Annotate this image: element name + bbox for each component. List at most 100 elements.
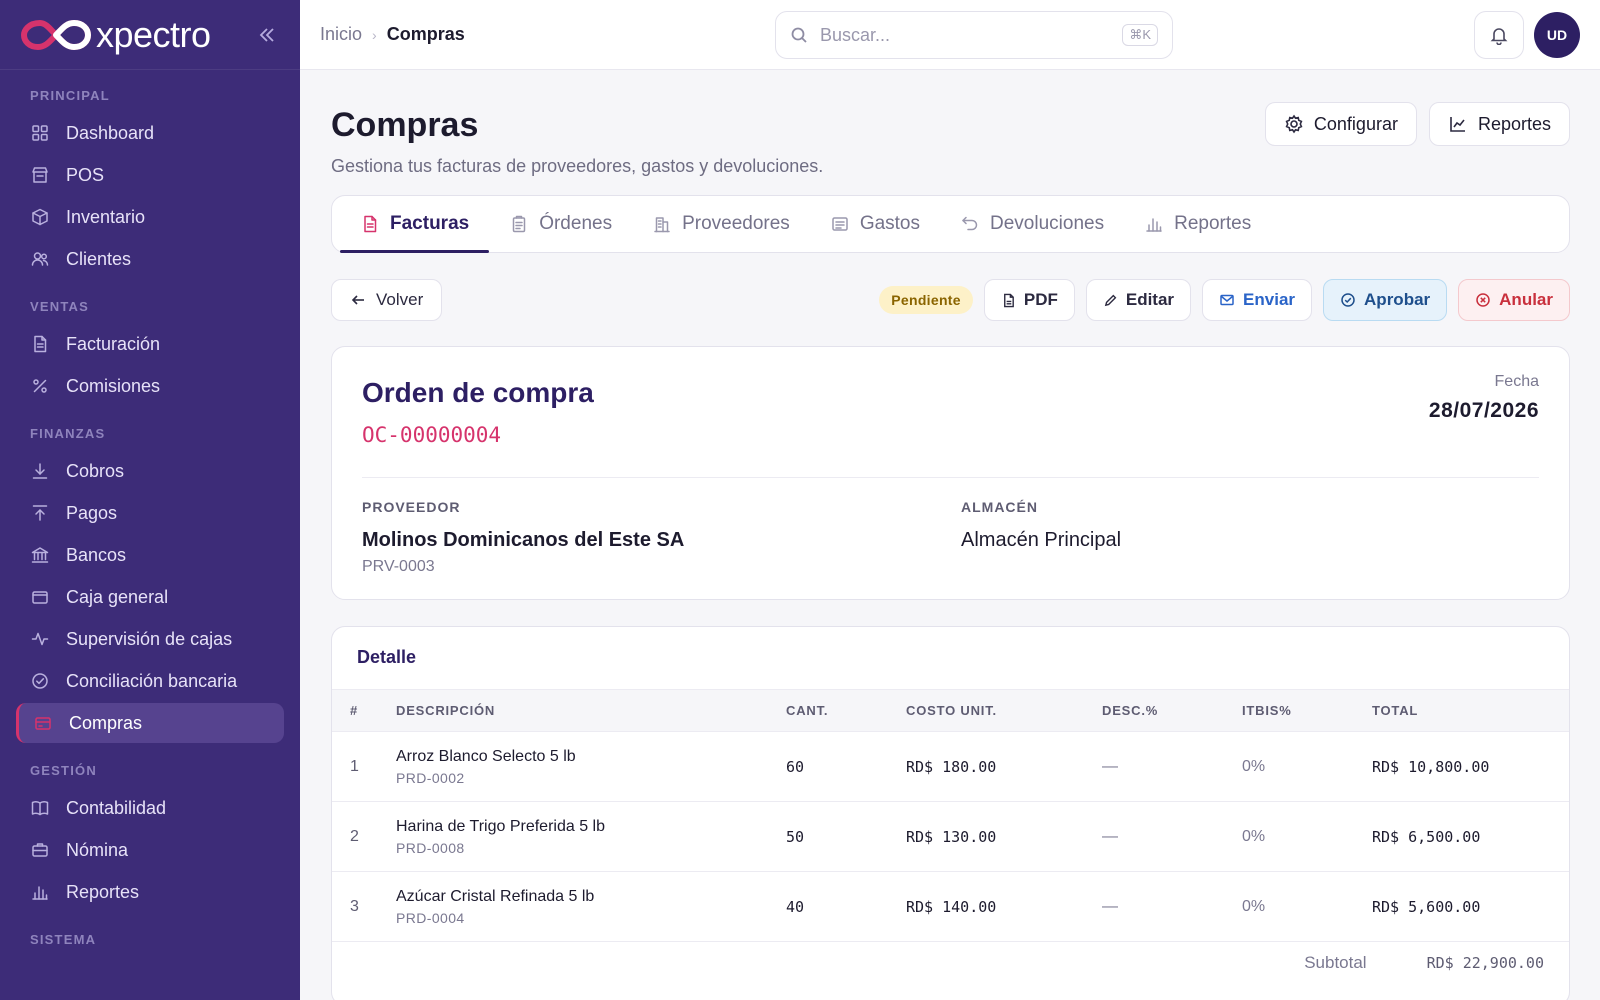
status-badge: Pendiente — [879, 286, 973, 314]
nav-section: GESTIÓN Contabilidad Nómina Reportes — [0, 745, 300, 912]
nav-section: PRINCIPAL Dashboard POS Inventario Clientes — [0, 70, 300, 279]
bar-chart-icon — [1144, 214, 1164, 234]
document-actions: Pendiente PDF Editar Enviar Aprobar Anul… — [879, 279, 1570, 321]
sidebar-item-label: Bancos — [66, 544, 127, 565]
row-unit-cost: RD$ 140.00 — [896, 871, 1092, 942]
cart-icon — [35, 717, 51, 730]
configure-label: Configurar — [1313, 113, 1398, 134]
file-text-icon — [364, 215, 377, 233]
x-circle-icon — [1475, 292, 1491, 308]
sidebar-item-pagos[interactable]: Pagos — [16, 493, 284, 533]
sidebar-item-conciliacion-bancaria[interactable]: Conciliación bancaria — [16, 661, 284, 701]
sidebar-item-label: Cobros — [66, 460, 125, 481]
sidebar-item-label: Pagos — [66, 502, 118, 523]
percent-icon — [30, 376, 50, 396]
sidebar-item-comisiones[interactable]: Comisiones — [16, 366, 284, 406]
briefcase-icon — [30, 840, 50, 860]
tab-ordenes[interactable]: Órdenes — [489, 196, 632, 252]
notifications-button[interactable] — [1474, 11, 1524, 59]
divider — [362, 477, 1539, 478]
sidebar-item-label: Facturación — [66, 333, 161, 354]
sidebar-item-bancos[interactable]: Bancos — [16, 535, 284, 575]
send-label: Enviar — [1243, 290, 1296, 309]
row-itbis: 0% — [1232, 801, 1362, 872]
tab-gastos[interactable]: Gastos — [810, 196, 940, 252]
table-row: 3 Azúcar Cristal Refinada 5 lb PRD-0004 … — [332, 871, 1569, 942]
row-itbis: 0% — [1232, 871, 1362, 942]
breadcrumb-home[interactable]: Inicio — [320, 24, 362, 45]
search-shortcut: ⌘K — [1122, 24, 1158, 46]
upload-icon — [32, 505, 48, 521]
supplier-info: PROVEEDOR Molinos Dominicanos del Este S… — [362, 499, 684, 576]
undo-icon — [960, 214, 980, 234]
supplier-name: Molinos Dominicanos del Este SA — [362, 529, 685, 551]
sidebar-item-compras[interactable]: Compras — [16, 703, 284, 743]
briefcase-icon — [32, 843, 48, 857]
users-icon — [30, 249, 50, 269]
breadcrumb-current: Compras — [386, 24, 465, 44]
approve-button[interactable]: Aprobar — [1323, 279, 1448, 321]
row-itbis: 0% — [1232, 731, 1362, 802]
mail-icon — [1219, 292, 1235, 308]
bell-icon — [1490, 28, 1508, 45]
sidebar-item-inventario[interactable]: Inventario — [16, 197, 284, 237]
product-name: Azúcar Cristal Refinada 5 lb — [396, 887, 595, 905]
subtotal-row: Subtotal RD$ 22,900.00 — [1304, 953, 1544, 973]
search-input[interactable]: Buscar... ⌘K — [775, 11, 1173, 59]
sidebar-item-contabilidad[interactable]: Contabilidad — [16, 788, 284, 828]
sidebar: xpectro PRINCIPAL Dashboard POS Inventario C… — [0, 0, 300, 1000]
pdf-button[interactable]: PDF — [983, 279, 1075, 321]
sidebar-item-nomina[interactable]: Nómina — [16, 830, 284, 870]
tab-facturas[interactable]: Facturas — [340, 196, 490, 253]
sidebar-nav: PRINCIPAL Dashboard POS Inventario Clientes V… — [0, 70, 300, 955]
reports-button[interactable]: Reportes — [1428, 102, 1570, 146]
tab-devoluciones[interactable]: Devoluciones — [940, 196, 1124, 252]
sidebar-item-supervision-de-cajas[interactable]: Supervisión de cajas — [16, 619, 284, 659]
sidebar-item-caja-general[interactable]: Caja general — [16, 577, 284, 617]
subtotal-label: Subtotal — [1304, 953, 1367, 972]
table-row: 1 Arroz Blanco Selecto 5 lb PRD-0002 60 … — [332, 731, 1569, 802]
void-button[interactable]: Anular — [1458, 279, 1570, 321]
sidebar-item-label: Dashboard — [66, 122, 155, 143]
bank-icon — [30, 545, 50, 565]
sidebar-item-label: Compras — [69, 712, 143, 733]
configure-button[interactable]: Configurar — [1264, 102, 1417, 146]
date-value: 28/07/2026 — [1428, 399, 1539, 422]
sidebar-item-label: Contabilidad — [66, 797, 167, 818]
tab-label: Devoluciones — [990, 213, 1105, 234]
download-icon — [30, 461, 50, 481]
collapse-sidebar-button[interactable] — [254, 22, 280, 48]
user-avatar[interactable]: UD — [1534, 12, 1580, 58]
sidebar-item-reportes[interactable]: Reportes — [16, 872, 284, 912]
sidebar-item-label: Conciliación bancaria — [66, 670, 238, 691]
activity-icon — [30, 629, 50, 649]
row-index: 1 — [332, 731, 386, 802]
chevron-right-icon: › — [372, 26, 377, 43]
row-total: RD$ 6,500.00 — [1362, 801, 1569, 872]
pencil-icon — [1103, 293, 1118, 308]
file-text-icon — [360, 214, 380, 234]
tab-proveedores[interactable]: Proveedores — [632, 196, 810, 252]
column-header: COSTO UNIT. — [896, 689, 1092, 732]
line-chart-icon — [1448, 114, 1468, 134]
table-header-row: # DESCRIPCIÓN CANT. COSTO UNIT. DESC.% I… — [332, 689, 1569, 732]
sidebar-item-clientes[interactable]: Clientes — [16, 239, 284, 279]
sidebar-item-cobros[interactable]: Cobros — [16, 451, 284, 491]
sidebar-item-pos[interactable]: POS — [16, 155, 284, 195]
tab-reportes[interactable]: Reportes — [1124, 196, 1271, 252]
edit-button[interactable]: Editar — [1085, 279, 1192, 321]
sidebar-item-dashboard[interactable]: Dashboard — [16, 113, 284, 153]
row-qty: 40 — [776, 871, 896, 942]
column-header: TOTAL — [1362, 689, 1569, 732]
column-header: DESCRIPCIÓN — [386, 689, 776, 732]
warehouse-info: ALMACÉN Almacén Principal — [961, 499, 1121, 552]
check-circle-icon — [30, 671, 50, 691]
send-button[interactable]: Enviar — [1202, 279, 1313, 321]
file-icon — [1001, 293, 1016, 308]
search-placeholder: Buscar... — [820, 24, 891, 45]
bar-chart-icon — [30, 882, 50, 902]
back-button[interactable]: Volver — [331, 279, 443, 321]
sidebar-item-label: Inventario — [66, 206, 146, 227]
sidebar-item-facturacion[interactable]: Facturación — [16, 324, 284, 364]
gear-icon — [1284, 114, 1304, 134]
